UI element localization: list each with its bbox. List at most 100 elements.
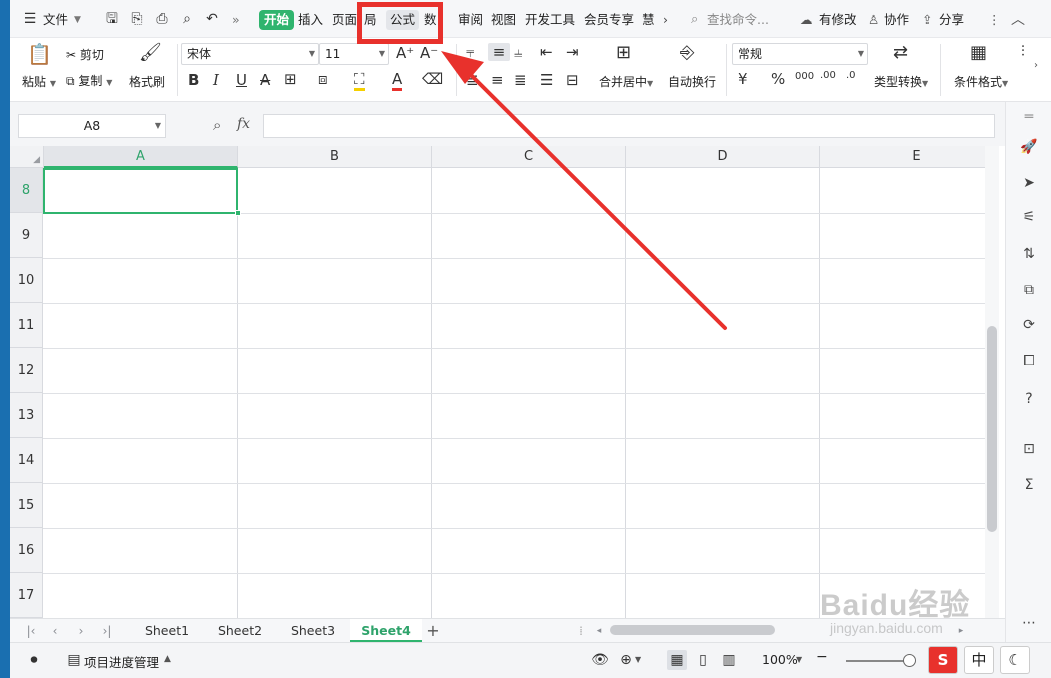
row-header-17[interactable]: 17 bbox=[10, 573, 43, 618]
add-sheet-icon[interactable]: + bbox=[424, 622, 442, 640]
chevron-down-icon[interactable]: ▼ bbox=[1002, 79, 1008, 88]
moon-icon[interactable]: ☾ bbox=[1000, 646, 1030, 674]
modified-status[interactable]: 有修改 bbox=[819, 10, 857, 30]
row-header-9[interactable]: 9 bbox=[10, 213, 43, 258]
print-preview-icon[interactable]: ⌕ bbox=[177, 9, 197, 29]
help-icon[interactable]: ? bbox=[1018, 388, 1040, 410]
column-header-e[interactable]: E bbox=[820, 146, 985, 168]
align-center-icon[interactable]: ≡ bbox=[491, 71, 504, 89]
page-break-view-icon[interactable]: ▥ bbox=[719, 650, 739, 670]
formula-input[interactable] bbox=[263, 114, 995, 138]
thousands-icon[interactable]: 000 bbox=[795, 71, 814, 82]
print-icon[interactable]: ⎙ bbox=[152, 9, 172, 29]
tab-home[interactable]: 开始 bbox=[259, 10, 295, 30]
merge-button[interactable]: 合并居中▼ bbox=[599, 73, 653, 90]
font-color-icon[interactable]: A bbox=[392, 70, 403, 91]
zoom-slider-knob[interactable] bbox=[903, 654, 916, 667]
chevron-up-icon[interactable]: ▲ bbox=[164, 654, 171, 664]
align-right-icon[interactable]: ≣ bbox=[514, 71, 527, 89]
prev-sheet-icon[interactable]: ‹ bbox=[46, 622, 64, 640]
cell-style-icon[interactable]: ⧈ bbox=[318, 70, 328, 88]
chevron-down-icon[interactable]: ▼ bbox=[50, 79, 56, 88]
transform-icon[interactable]: ⇅ bbox=[1018, 243, 1040, 265]
collab-button[interactable]: 协作 bbox=[884, 10, 909, 30]
increase-decimal-icon[interactable]: .00 bbox=[820, 70, 836, 81]
rocket-icon[interactable]: 🚀 bbox=[1018, 136, 1040, 158]
name-box[interactable]: A8 ▼ bbox=[18, 114, 166, 138]
border-icon[interactable]: ⊞ bbox=[284, 70, 297, 88]
indent-decrease-icon[interactable]: ⇤ bbox=[540, 43, 553, 61]
chevron-down-icon[interactable]: ▼ bbox=[74, 10, 81, 30]
font-size-select[interactable]: 11 ▼ bbox=[319, 43, 389, 65]
zoom-level[interactable]: 100% bbox=[762, 652, 798, 667]
format-painter-button[interactable]: 格式刷 bbox=[129, 73, 165, 90]
vertical-scrollbar[interactable] bbox=[985, 146, 999, 618]
ime-language-toggle[interactable]: 中 bbox=[964, 646, 994, 674]
brush-icon[interactable]: 🖌 bbox=[139, 42, 162, 63]
justify-icon[interactable]: ☰ bbox=[540, 71, 553, 89]
scroll-left-icon[interactable]: ◂ bbox=[590, 622, 608, 640]
currency-icon[interactable]: ¥ bbox=[738, 70, 748, 88]
formula-sum-icon[interactable]: Σ bbox=[1018, 474, 1040, 496]
filter-settings-icon[interactable]: ⚟ bbox=[1018, 206, 1040, 228]
align-left-icon[interactable]: ≣ bbox=[466, 71, 479, 89]
bold-icon[interactable]: B bbox=[188, 71, 199, 89]
row-header-11[interactable]: 11 bbox=[10, 303, 43, 348]
chevron-right-icon[interactable]: › bbox=[1034, 60, 1038, 71]
fill-color-icon[interactable]: ⛶ bbox=[354, 70, 365, 91]
font-name-select[interactable]: 宋体 ▼ bbox=[181, 43, 319, 65]
zoom-icon[interactable]: ⌕ bbox=[213, 116, 221, 134]
cut-button[interactable]: ✂ 剪切 bbox=[66, 46, 104, 63]
more-icon[interactable]: » bbox=[232, 10, 240, 30]
indent-increase-icon[interactable]: ⇥ bbox=[566, 43, 579, 61]
sheet-tab-1[interactable]: Sheet1 bbox=[134, 619, 200, 642]
row-header-13[interactable]: 13 bbox=[10, 393, 43, 438]
type-convert-button[interactable]: 类型转换▼ bbox=[874, 73, 928, 90]
page-layout-view-icon[interactable]: ▯ bbox=[693, 650, 713, 670]
export-pdf-icon[interactable]: ⎘ bbox=[127, 9, 147, 29]
cond-format-button[interactable]: 条件格式▼ bbox=[954, 73, 1008, 90]
increase-font-icon[interactable]: A⁺ bbox=[396, 44, 414, 62]
percent-icon[interactable]: % bbox=[771, 70, 785, 88]
tab-developer[interactable]: 开发工具 bbox=[525, 10, 575, 30]
row-header-16[interactable]: 16 bbox=[10, 528, 43, 573]
more-icon[interactable]: ⋯ bbox=[1018, 612, 1040, 634]
merge-icon[interactable]: ⊞ bbox=[616, 42, 631, 63]
project-progress-label[interactable]: 项目进度管理 bbox=[84, 652, 159, 671]
strikethrough-icon[interactable]: A bbox=[260, 71, 270, 89]
more-options-icon[interactable]: ⋮ bbox=[988, 10, 1001, 30]
chevron-down-icon[interactable]: ▼ bbox=[155, 115, 161, 137]
tab-smart[interactable]: 慧 bbox=[642, 10, 655, 30]
macro-record-icon[interactable]: ⏺ bbox=[24, 650, 44, 670]
wrap-text-button[interactable]: 自动换行 bbox=[668, 73, 716, 90]
tab-splitter-icon[interactable]: ⁞ bbox=[572, 622, 590, 640]
tab-review[interactable]: 审阅 bbox=[458, 10, 483, 30]
column-header-c[interactable]: C bbox=[432, 146, 626, 168]
number-format-select[interactable]: 常规 ▼ bbox=[732, 43, 868, 65]
row-header-8[interactable]: 8 bbox=[10, 168, 43, 213]
save-icon[interactable]: 🖫 bbox=[102, 9, 122, 29]
sheet-tab-4[interactable]: Sheet4 bbox=[350, 619, 422, 642]
view-mode-icon[interactable]: ⊕ bbox=[616, 650, 636, 670]
column-header-a[interactable]: A bbox=[44, 146, 238, 168]
decrease-font-icon[interactable]: A⁻ bbox=[420, 44, 438, 62]
italic-icon[interactable]: I bbox=[213, 71, 219, 89]
normal-view-icon[interactable]: ▦ bbox=[667, 650, 687, 670]
align-top-icon[interactable]: ⫧ bbox=[466, 43, 474, 61]
cond-format-icon[interactable]: ▦ bbox=[970, 42, 987, 63]
file-menu[interactable]: 文件 bbox=[43, 10, 68, 30]
read-mode-icon[interactable]: ⧠ bbox=[1018, 350, 1040, 372]
function-icon[interactable]: fx bbox=[237, 116, 250, 132]
chevron-down-icon[interactable]: ▼ bbox=[635, 655, 641, 664]
row-header-14[interactable]: 14 bbox=[10, 438, 43, 483]
ai-image-icon[interactable]: ⧉ bbox=[1018, 279, 1040, 301]
collapse-ribbon-icon[interactable]: ︿ bbox=[1011, 10, 1025, 30]
hamburger-icon[interactable]: ☰ bbox=[20, 9, 40, 29]
chevron-down-icon[interactable]: ▼ bbox=[647, 79, 653, 88]
next-sheet-icon[interactable]: › bbox=[72, 622, 90, 640]
zoom-out-icon[interactable]: − bbox=[816, 649, 828, 665]
sheet-tab-3[interactable]: Sheet3 bbox=[280, 619, 346, 642]
last-sheet-icon[interactable]: ›| bbox=[98, 622, 116, 640]
tab-view[interactable]: 视图 bbox=[491, 10, 516, 30]
sogou-logo-icon[interactable]: S bbox=[928, 646, 958, 674]
